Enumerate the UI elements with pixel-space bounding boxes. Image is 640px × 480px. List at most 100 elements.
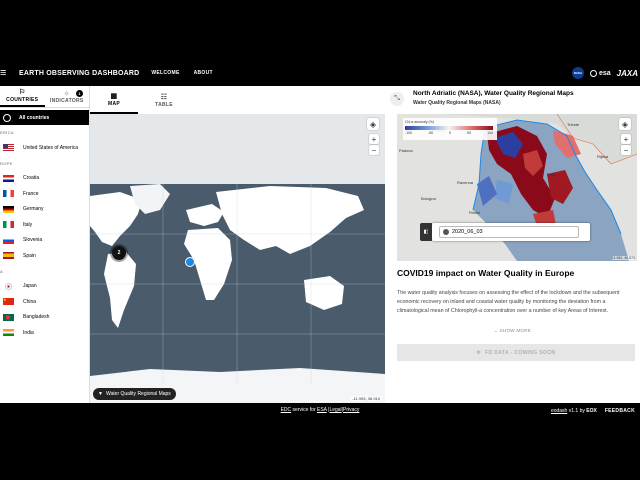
- compare-icon[interactable]: ◧: [420, 223, 432, 241]
- region-label-america: ERICA: [0, 130, 14, 135]
- globe-icon: [3, 113, 11, 122]
- detail-zoom-out-button[interactable]: −: [621, 145, 631, 155]
- country-item-usa[interactable]: United States of America: [0, 140, 89, 156]
- world-map[interactable]: ◈ + − 2 ▼ Water Quality Regional Maps -1…: [90, 114, 385, 403]
- country-item-india[interactable]: India: [0, 325, 89, 341]
- top-bar: ≡ EARTH OBSERVING DASHBOARD WELCOME ABOU…: [0, 60, 640, 86]
- country-label: Croatia: [23, 175, 40, 182]
- indicators-badge: 1: [76, 90, 83, 97]
- eodash-link[interactable]: eodash: [551, 408, 567, 414]
- map-tabs: ▦ MAP ☷ TABLE: [90, 86, 385, 114]
- detail-layers-button[interactable]: ◈: [619, 118, 631, 130]
- tab-indicators-label: INDICATORS: [49, 97, 84, 104]
- country-item-croatia[interactable]: Croatia: [0, 171, 89, 187]
- detail-zoom-in-button[interactable]: +: [621, 134, 631, 144]
- fd-data-label: FD DATA - COMING SOON: [485, 349, 556, 356]
- country-label: Bangladesh: [23, 314, 50, 321]
- slovenia-flag-icon: [3, 236, 14, 244]
- country-item-slovenia[interactable]: Slovenia: [0, 233, 89, 249]
- footer: EDC service for ESA |Legal|Privacy eodas…: [0, 403, 640, 419]
- filter-chip-label: Water Quality Regional Maps: [105, 391, 171, 397]
- filter-chip[interactable]: ▼ Water Quality Regional Maps: [93, 388, 176, 400]
- screen: ≡ EARTH OBSERVING DASHBOARD WELCOME ABOU…: [0, 0, 640, 480]
- country-item-bangladesh[interactable]: Bangladesh: [0, 310, 89, 326]
- esa-logo-text: esa: [598, 69, 611, 77]
- legal-link[interactable]: Legal: [329, 407, 341, 413]
- germany-flag-icon: [3, 205, 14, 213]
- nasa-logo[interactable]: NASA: [571, 67, 584, 79]
- sidebar: ⚐ COUNTRIES ☼ INDICATORS 1 All countries…: [0, 86, 90, 403]
- detail-map-coordinates: 11.961, 45.573: [611, 256, 635, 260]
- layers-button[interactable]: ◈: [367, 118, 379, 130]
- privacy-link[interactable]: Privacy: [343, 407, 359, 413]
- nav-welcome[interactable]: WELCOME: [151, 70, 179, 76]
- poi-cluster-marker[interactable]: 2: [112, 246, 126, 260]
- world-map-graphic: [90, 114, 385, 403]
- esa-logo[interactable]: esa: [589, 69, 611, 77]
- zoom-out-button[interactable]: −: [369, 145, 379, 155]
- country-item-japan[interactable]: Japan: [0, 279, 89, 295]
- croatia-flag-icon: [3, 174, 14, 182]
- place-label: Rijeka: [597, 154, 609, 159]
- tab-map[interactable]: ▦ MAP: [90, 86, 138, 114]
- nav-about[interactable]: ABOUT: [194, 70, 213, 76]
- tab-countries[interactable]: ⚐ COUNTRIES: [0, 86, 45, 107]
- legend-tick: 100: [487, 131, 493, 135]
- eox-logo[interactable]: EOX: [586, 408, 597, 414]
- show-more-label: SHOW MORE: [499, 328, 532, 333]
- all-countries-item[interactable]: All countries: [0, 110, 89, 125]
- date-selector: ◧ 2020_06_03: [420, 223, 590, 241]
- bangladesh-flag-icon: [3, 313, 14, 321]
- poi-marker[interactable]: [185, 257, 195, 267]
- zoom-in-button[interactable]: +: [369, 134, 379, 144]
- date-select[interactable]: 2020_06_03: [439, 226, 579, 238]
- settings-icon: ✲: [476, 349, 482, 356]
- country-item-germany[interactable]: Germany: [0, 202, 89, 218]
- esa-link[interactable]: ESA: [317, 407, 327, 413]
- japan-flag-icon: [5, 282, 12, 290]
- country-item-china[interactable]: ★ China: [0, 294, 89, 310]
- country-item-france[interactable]: France: [0, 186, 89, 202]
- edc-link[interactable]: EDC: [281, 407, 292, 413]
- footer-links: EDC service for ESA |Legal|Privacy: [0, 407, 640, 413]
- collapse-panel-button[interactable]: ⤡: [390, 92, 404, 106]
- country-label: China: [23, 298, 37, 305]
- version-info: eodash v1.1 by EOX: [551, 408, 597, 414]
- layers-icon: ◈: [621, 119, 629, 129]
- flag-icon: ⚐: [18, 88, 26, 96]
- table-icon: ☷: [160, 93, 168, 101]
- country-label: India: [23, 329, 34, 336]
- france-flag-icon: [3, 190, 14, 198]
- fd-data-button[interactable]: ✲ FD DATA - COMING SOON: [397, 344, 635, 361]
- all-countries-label: All countries: [19, 114, 50, 121]
- detail-panel: ⤡ North Adriatic (NASA), Water Quality R…: [385, 86, 640, 403]
- layers-icon: ◈: [369, 119, 377, 129]
- detail-title: North Adriatic (NASA), Water Quality Reg…: [413, 90, 574, 97]
- version-text: v1.1 by: [567, 408, 587, 414]
- spain-flag-icon: [3, 252, 14, 260]
- us-flag-icon: [3, 144, 14, 152]
- country-label: France: [23, 190, 39, 197]
- tab-countries-label: COUNTRIES: [6, 96, 39, 103]
- partner-logos: NASA esa JAXA: [571, 60, 640, 86]
- hamburger-icon[interactable]: ≡: [0, 67, 14, 79]
- place-label: Rimini: [469, 210, 480, 215]
- tab-indicators[interactable]: ☼ INDICATORS 1: [45, 86, 90, 107]
- show-more-button[interactable]: ⌄ SHOW MORE: [385, 328, 640, 334]
- country-item-italy[interactable]: Italy: [0, 217, 89, 233]
- chl-legend: Chl-a anomaly (%) -100 -50 0 50 100: [403, 118, 497, 140]
- map-panel: ▦ MAP ☷ TABLE ◈ + − 2 ▼ Water Quality Re…: [90, 86, 385, 403]
- map-coordinates: -11.953, 36.910: [350, 396, 382, 401]
- jaxa-logo[interactable]: JAXA: [617, 69, 638, 78]
- sidebar-tabs: ⚐ COUNTRIES ☼ INDICATORS 1: [0, 86, 89, 108]
- collapse-icon: ⤡: [394, 95, 400, 102]
- feedback-button[interactable]: FEEDBACK: [603, 408, 637, 414]
- detail-map[interactable]: Trieste Venezia Padova Bologna Ravenna R…: [397, 114, 637, 261]
- country-label: Spain: [23, 252, 36, 259]
- tab-map-label: MAP: [107, 100, 120, 107]
- legend-title: Chl-a anomaly (%): [405, 120, 434, 124]
- country-item-spain[interactable]: Spain: [0, 248, 89, 264]
- tab-table[interactable]: ☷ TABLE: [140, 86, 188, 114]
- legend-tick: -50: [428, 131, 434, 135]
- story-title: COVID19 impact on Water Quality in Europ…: [397, 268, 575, 278]
